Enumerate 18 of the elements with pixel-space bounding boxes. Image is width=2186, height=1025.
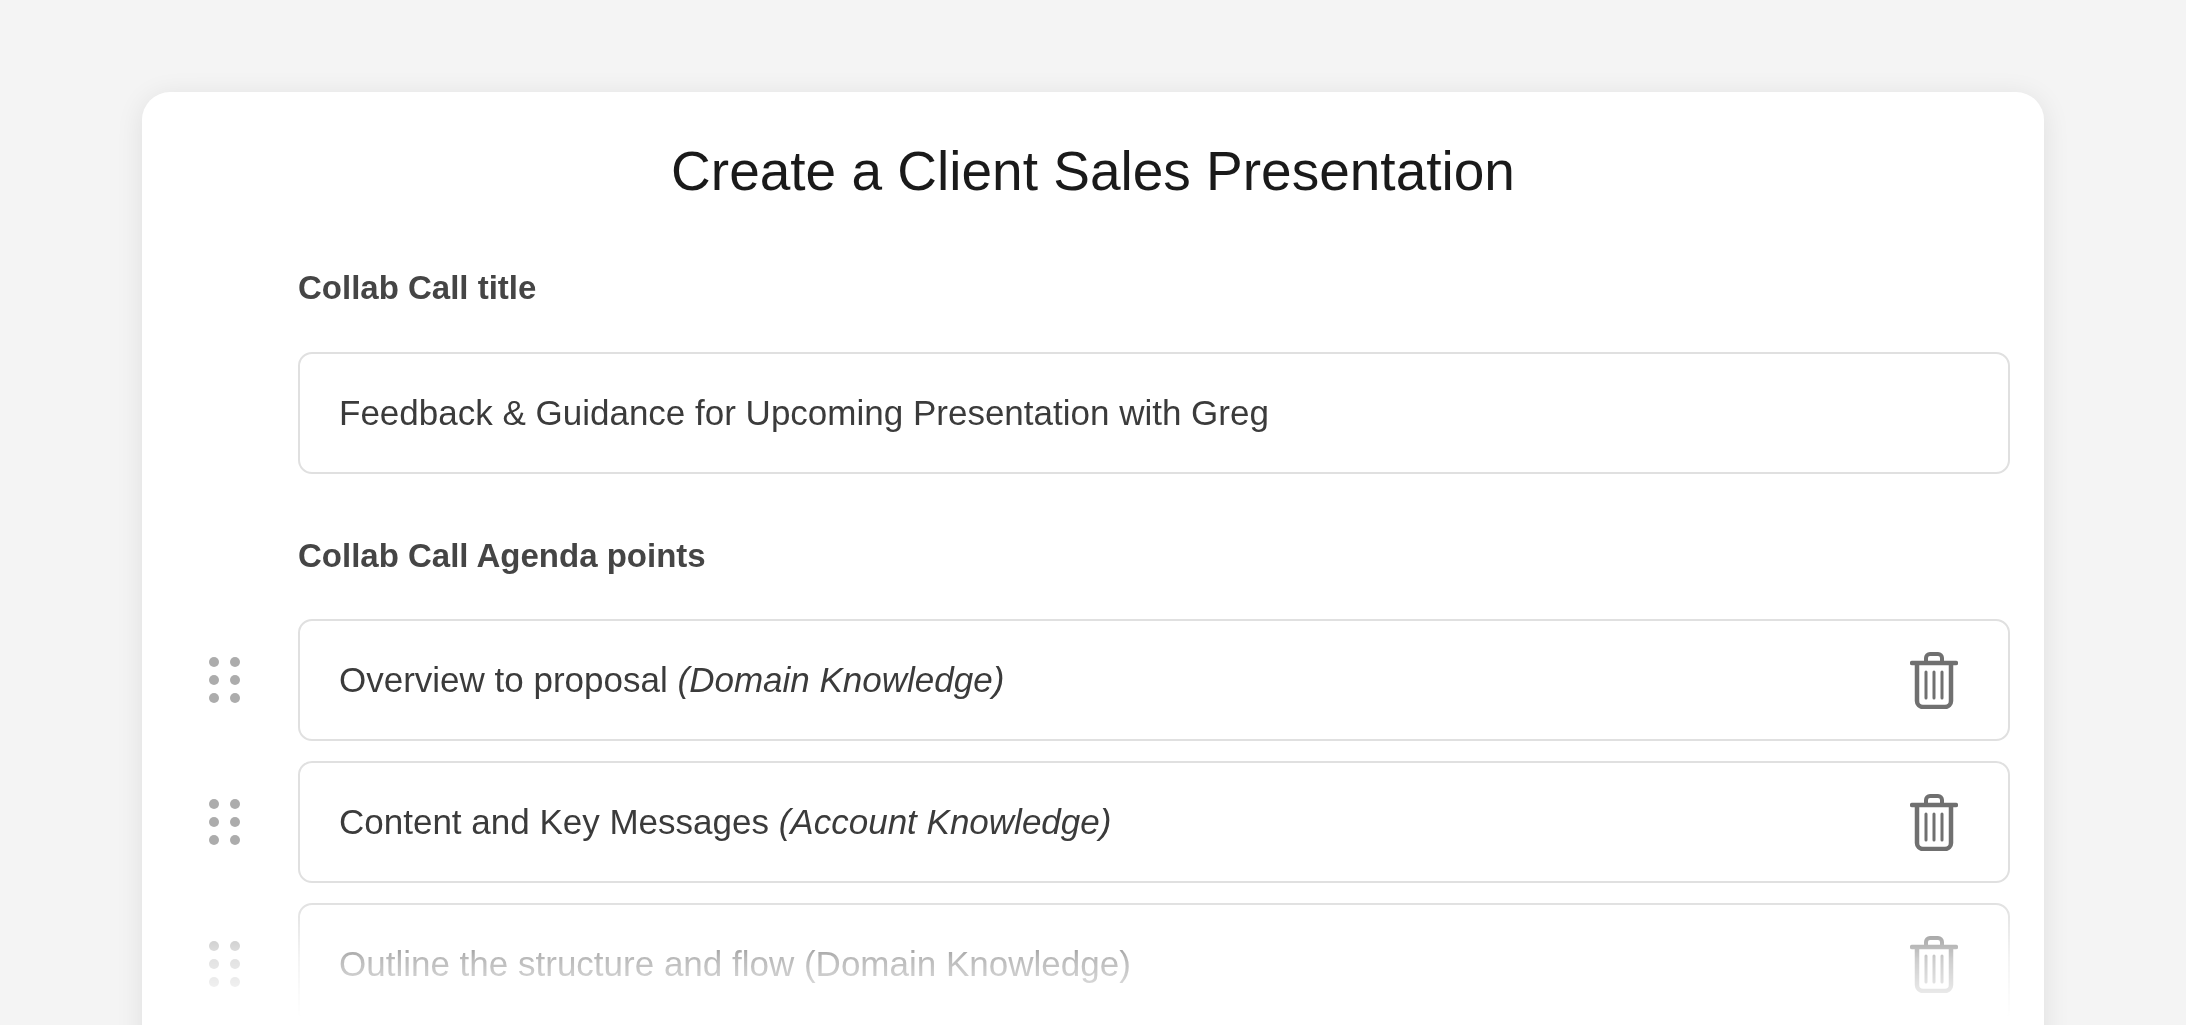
trash-icon: [1910, 935, 1958, 993]
agenda-item-field[interactable]: Content and Key Messages (Account Knowledge): [298, 761, 2010, 883]
field-label: Collab Call Agenda points: [298, 536, 706, 576]
delete-button[interactable]: [1910, 935, 1958, 993]
page-title: Create a Client Sales Presentation: [671, 139, 1515, 204]
delete-button[interactable]: [1910, 651, 1958, 709]
drag-handle-icon[interactable]: [209, 941, 240, 987]
trash-icon: [1910, 651, 1958, 709]
drag-handle-icon[interactable]: [209, 799, 240, 845]
agenda-item-text: Outline the structure and flow (Domain Knowledge): [339, 942, 1132, 985]
field-label: Collab Call title: [298, 268, 537, 308]
agenda-item-text: Content and Key Messages (Account Knowledge): [339, 800, 1113, 843]
title-field[interactable]: Feedback & Guidance for Upcoming Presentation with Greg: [298, 352, 2010, 474]
agenda-item-text: Overview to proposal (Domain Knowledge): [339, 658, 1006, 701]
drag-handle-icon[interactable]: [209, 657, 240, 703]
delete-button[interactable]: [1910, 793, 1958, 851]
agenda-item-field[interactable]: Overview to proposal (Domain Knowledge): [298, 619, 2010, 741]
trash-icon: [1910, 793, 1958, 851]
